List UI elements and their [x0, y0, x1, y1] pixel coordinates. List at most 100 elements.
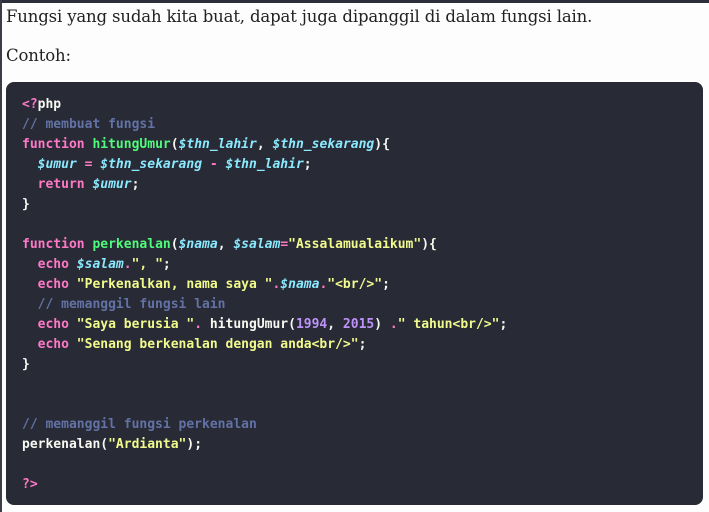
operator-token: .	[194, 317, 203, 332]
variable-token: $thn_sekarang	[100, 157, 203, 172]
variable-token: $salam	[76, 257, 124, 272]
operator-token: .	[389, 317, 398, 332]
variable-token: $nama	[178, 237, 218, 252]
string-token: "Assalamualaikum"	[288, 237, 422, 252]
keyword-token: return	[37, 177, 85, 192]
plain-token: }	[22, 357, 30, 372]
plain-token: perkenalan(	[22, 437, 109, 452]
string-token: " tahun<br/>"	[397, 317, 500, 332]
code-line: echo $salam.", ";	[22, 255, 703, 275]
plain-token: ;	[382, 277, 390, 292]
keyword-token: ?>	[22, 477, 38, 492]
code-line: // memanggil fungsi perkenalan	[22, 415, 703, 435]
comment-token: // membuat fungsi	[22, 117, 156, 132]
plain-token: php	[37, 97, 62, 112]
example-label: Contoh:	[6, 46, 71, 65]
keyword-token: echo	[37, 277, 69, 292]
code-line: // membuat fungsi	[22, 115, 703, 135]
keyword-token: echo	[37, 257, 69, 272]
operator-token: =	[280, 237, 289, 252]
plain-token: (	[170, 137, 179, 152]
plain-token: ;	[499, 317, 508, 332]
code-line: ?>	[22, 475, 703, 495]
code-block[interactable]: <?php // membuat fungsi function hitungUmu…	[6, 82, 703, 505]
variable-token: $umur	[92, 177, 132, 192]
keyword-token: echo	[37, 337, 69, 352]
code-line: }	[22, 195, 703, 215]
plain-token: )	[374, 317, 390, 332]
string-token: ", "	[131, 257, 163, 272]
plain-token: ;	[162, 257, 171, 272]
variable-token: $thn_sekarang	[272, 137, 375, 152]
code-line: // memanggil fungsi lain	[22, 295, 703, 315]
code-line: $umur = $thn_sekarang - $thn_lahir;	[22, 155, 703, 175]
string-token: "Ardianta"	[108, 437, 187, 452]
code-line: }	[22, 355, 703, 375]
operator-token: .	[123, 257, 132, 272]
string-token: "Perkenalkan, nama saya "	[76, 277, 273, 292]
plain-token: ,	[256, 137, 273, 152]
keyword-token: function	[22, 137, 85, 152]
plain-token: hitungUmur(	[202, 317, 296, 332]
string-token: "<br/>"	[327, 277, 383, 292]
plain-token: }	[22, 197, 30, 212]
function-name-token: hitungUmur	[92, 137, 171, 152]
code-line: echo "Perkenalkan, nama saya ".$nama."<b…	[22, 275, 703, 295]
operator-token: -	[209, 157, 218, 172]
plain-token: ,	[327, 317, 343, 332]
variable-token: $thn_lahir	[178, 137, 257, 152]
plain-token: );	[186, 437, 203, 452]
plain-token: ;	[358, 337, 367, 352]
plain-token: ,	[217, 237, 234, 252]
keyword-token: echo	[37, 317, 69, 332]
variable-token: $umur	[37, 157, 77, 172]
function-name-token: perkenalan	[92, 237, 171, 252]
comment-token: // memanggil fungsi lain	[37, 297, 226, 312]
code-line: echo "Senang berkenalan dengan anda<br/>…	[22, 335, 703, 355]
plain-token: ;	[303, 157, 312, 172]
keyword-token: function	[22, 237, 85, 252]
number-token: 1994	[295, 317, 328, 332]
code-line: perkenalan("Ardianta");	[22, 435, 703, 455]
window-top-border	[0, 0, 709, 3]
plain-token: ;	[131, 177, 140, 192]
plain-token: ){	[374, 137, 390, 152]
code-content[interactable]: <?php // membuat fungsi function hitungUmu…	[22, 95, 703, 495]
number-token: 2015	[342, 317, 375, 332]
code-line: function hitungUmur($thn_lahir, $thn_sek…	[22, 135, 703, 155]
variable-token: $thn_lahir	[225, 157, 304, 172]
code-line: return $umur;	[22, 175, 703, 195]
comment-token: // memanggil fungsi perkenalan	[22, 417, 257, 432]
variable-token: $salam	[233, 237, 281, 252]
string-token: "Senang berkenalan dengan anda<br/>"	[76, 337, 359, 352]
intro-paragraph: Fungsi yang sudah kita buat, dapat juga …	[6, 7, 593, 26]
plain-token: ){	[421, 237, 437, 252]
string-token: "Saya berusia "	[76, 317, 195, 332]
plain-token: (	[170, 237, 179, 252]
code-line: echo "Saya berusia ". hitungUmur(1994, 2…	[22, 315, 703, 335]
keyword-token: <?	[22, 97, 38, 112]
code-line: function perkenalan($nama, $salam="Assal…	[22, 235, 703, 255]
window-left-border	[0, 0, 2, 512]
php-code: <?php // membuat fungsi function hitungUmu…	[22, 95, 703, 495]
variable-token: $nama	[280, 277, 320, 292]
code-line: <?php	[22, 95, 703, 115]
